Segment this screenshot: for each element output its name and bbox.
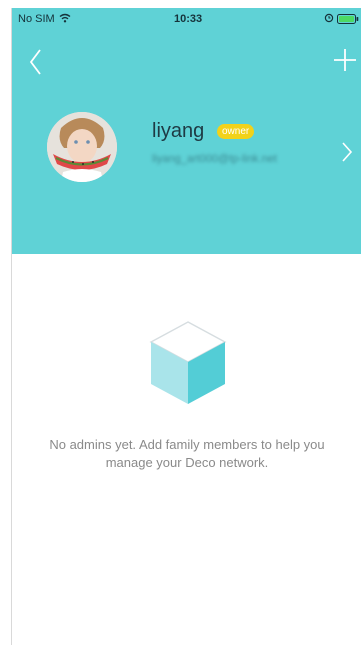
owner-name: liyang: [152, 120, 205, 142]
header: No SIM 10:33 liyang owner liyang_art000@…: [12, 8, 361, 254]
status-bar: No SIM 10:33: [12, 8, 361, 28]
screen: No SIM 10:33 liyang owner liyang_art000@…: [11, 8, 361, 645]
avatar: [47, 112, 117, 182]
owner-badge: owner: [217, 124, 255, 139]
box-icon: [149, 321, 227, 404]
wifi-icon: [59, 13, 71, 23]
chevron-right-icon[interactable]: [340, 141, 354, 163]
back-icon[interactable]: [26, 47, 46, 77]
owner-email: liyang_art000@tp-link.net: [152, 153, 277, 165]
owner-profile[interactable]: liyang owner liyang_art000@tp-link.net: [12, 102, 361, 192]
battery-icon: [337, 14, 359, 24]
plus-icon[interactable]: [332, 47, 358, 73]
carrier-label: No SIM: [18, 13, 55, 25]
avatar-image: [47, 112, 117, 182]
alarm-icon: [324, 13, 334, 23]
empty-message: No admins yet. Add family members to hel…: [49, 437, 325, 470]
clock: 10:33: [174, 13, 203, 25]
